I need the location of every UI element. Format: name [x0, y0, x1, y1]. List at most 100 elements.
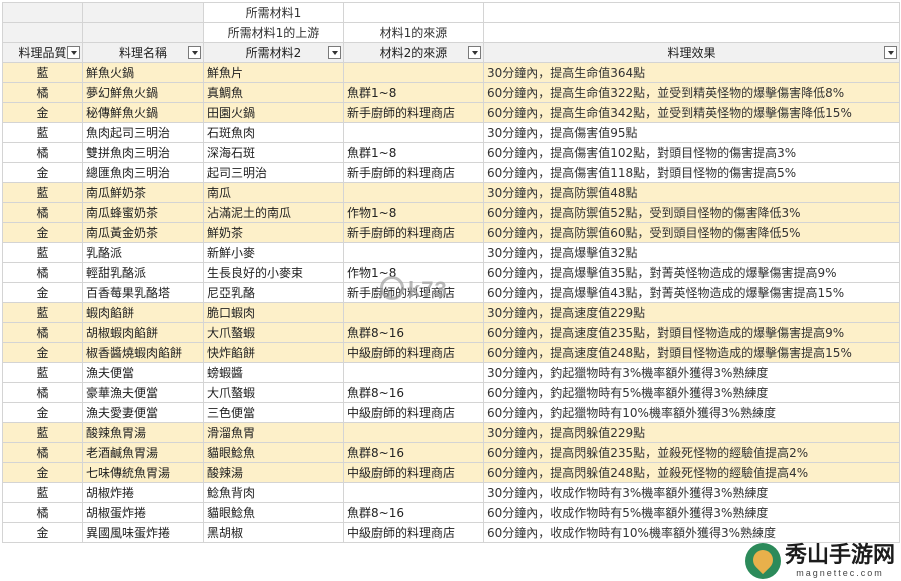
cell-material[interactable]: 真鯛魚	[203, 82, 344, 103]
table-row[interactable]: 橘夢幻鮮魚火鍋 真鯛魚 魚群1~8 60分鐘內，提高生命值322點，並受到精英怪物的爆…	[2, 82, 900, 103]
cell-dish-name[interactable]: 鮮魚火鍋	[82, 62, 204, 83]
cell-source[interactable]	[343, 302, 484, 323]
table-row[interactable]: 金秘傳鮮魚火鍋 田園火鍋 新手廚師的料理商店 60分鐘內，提高生命值342點，並受到精…	[2, 102, 900, 123]
header-cell[interactable]	[483, 2, 900, 23]
cell-source[interactable]: 作物1~8	[343, 202, 484, 223]
cell-material[interactable]: 酸辣湯	[203, 462, 344, 483]
table-row[interactable]: 橘胡椒蛋炸捲 貓眼鯰魚 魚群8~16 60分鐘內，收成作物時有5%機率額外獲得3%熟練…	[2, 502, 900, 523]
cell-source[interactable]: 中級廚師的料理商店	[343, 402, 484, 423]
cell-effect[interactable]: 60分鐘內，提高傷害值102點，對頭目怪物的傷害提高3%	[483, 142, 900, 163]
filter-dropdown-icon[interactable]	[884, 46, 897, 59]
cell-dish-name[interactable]: 魚肉起司三明治	[82, 122, 204, 143]
cell-material[interactable]: 滑溜魚胃	[203, 422, 344, 443]
column-header-quality[interactable]: 料理品質	[2, 42, 83, 63]
cell-dish-name[interactable]: 輕甜乳酪派	[82, 262, 204, 283]
cell-source[interactable]	[343, 122, 484, 143]
cell-effect[interactable]: 30分鐘內，提高傷害值95點	[483, 122, 900, 143]
cell-effect[interactable]: 60分鐘內，提高生命值322點，並受到精英怪物的爆擊傷害降低8%	[483, 82, 900, 103]
cell-source[interactable]	[343, 362, 484, 383]
cell-quality[interactable]: 藍	[2, 182, 83, 203]
cell-effect[interactable]: 60分鐘內，收成作物時有10%機率額外獲得3%熟練度	[483, 522, 900, 543]
table-row[interactable]: 藍胡椒炸捲 鯰魚背肉 30分鐘內，收成作物時有3%機率額外獲得3%熟練度	[2, 482, 900, 503]
cell-material[interactable]: 貓眼鯰魚	[203, 502, 344, 523]
cell-source[interactable]	[343, 482, 484, 503]
cell-source[interactable]: 魚群8~16	[343, 322, 484, 343]
table-row[interactable]: 藍乳酪派 新鮮小麥 30分鐘內，提高爆擊值32點	[2, 242, 900, 263]
header-cell[interactable]	[82, 2, 204, 23]
cell-material[interactable]: 田園火鍋	[203, 102, 344, 123]
table-row[interactable]: 橘胡椒蝦肉餡餅 大爪螯蝦 魚群8~16 60分鐘內，提高速度值235點，對頭目怪物造成…	[2, 322, 900, 343]
cell-source[interactable]: 魚群1~8	[343, 82, 484, 103]
cell-quality[interactable]: 橘	[2, 442, 83, 463]
cell-quality[interactable]: 橘	[2, 202, 83, 223]
cell-dish-name[interactable]: 雙拼魚肉三明治	[82, 142, 204, 163]
cell-quality[interactable]: 金	[2, 162, 83, 183]
cell-quality[interactable]: 藍	[2, 302, 83, 323]
cell-effect[interactable]: 60分鐘內，釣起獵物時有10%機率額外獲得3%熟練度	[483, 402, 900, 423]
table-row[interactable]: 藍酸辣魚胃湯 滑溜魚胃 30分鐘內，提高閃躲值229點	[2, 422, 900, 443]
cell-effect[interactable]: 60分鐘內，提高速度值248點，對頭目怪物造成的爆擊傷害提高15%	[483, 342, 900, 363]
table-row[interactable]: 金椒香醬燒蝦肉餡餅 快炸餡餅 中級廚師的料理商店 60分鐘內，提高速度值248點，對頭…	[2, 342, 900, 363]
cell-effect[interactable]: 60分鐘內，提高防禦值60點，受到頭目怪物的傷害降低5%	[483, 222, 900, 243]
cell-effect[interactable]: 30分鐘內，提高速度值229點	[483, 302, 900, 323]
cell-effect[interactable]: 60分鐘內，提高閃躲值235點，並殺死怪物的經驗值提高2%	[483, 442, 900, 463]
header-cell[interactable]	[2, 22, 83, 43]
table-row[interactable]: 藍南瓜鮮奶茶 南瓜 30分鐘內，提高防禦值48點	[2, 182, 900, 203]
cell-quality[interactable]: 金	[2, 222, 83, 243]
cell-quality[interactable]: 藍	[2, 242, 83, 263]
cell-effect[interactable]: 30分鐘內，收成作物時有3%機率額外獲得3%熟練度	[483, 482, 900, 503]
table-row[interactable]: 金七味傳統魚胃湯 酸辣湯 中級廚師的料理商店 60分鐘內，提高閃躲值248點，並殺死怪…	[2, 462, 900, 483]
cell-quality[interactable]: 金	[2, 282, 83, 303]
cell-source[interactable]: 魚群8~16	[343, 442, 484, 463]
cell-quality[interactable]: 橘	[2, 382, 83, 403]
cell-source[interactable]	[343, 242, 484, 263]
cell-material[interactable]: 深海石斑	[203, 142, 344, 163]
header-cell[interactable]: 材料1的來源	[343, 22, 484, 43]
table-row[interactable]: 藍蝦肉餡餅 脆口蝦肉 30分鐘內，提高速度值229點	[2, 302, 900, 323]
filter-dropdown-icon[interactable]	[468, 46, 481, 59]
cell-dish-name[interactable]: 七味傳統魚胃湯	[82, 462, 204, 483]
table-row[interactable]: 橘輕甜乳酪派 生長良好的小麥束 作物1~8 60分鐘內，提高爆擊值35點，對菁英怪物造…	[2, 262, 900, 283]
table-row[interactable]: 橘老酒鹹魚胃湯 貓眼鯰魚 魚群8~16 60分鐘內，提高閃躲值235點，並殺死怪物的經…	[2, 442, 900, 463]
cell-dish-name[interactable]: 漁夫便當	[82, 362, 204, 383]
cell-effect[interactable]: 30分鐘內，釣起獵物時有3%機率額外獲得3%熟練度	[483, 362, 900, 383]
cell-dish-name[interactable]: 夢幻鮮魚火鍋	[82, 82, 204, 103]
filter-dropdown-icon[interactable]	[67, 46, 80, 59]
cell-dish-name[interactable]: 豪華漁夫便當	[82, 382, 204, 403]
cell-dish-name[interactable]: 秘傳鮮魚火鍋	[82, 102, 204, 123]
cell-material[interactable]: 螃蝦醬	[203, 362, 344, 383]
cell-quality[interactable]: 橘	[2, 262, 83, 283]
cell-dish-name[interactable]: 椒香醬燒蝦肉餡餅	[82, 342, 204, 363]
table-row[interactable]: 藍漁夫便當 螃蝦醬 30分鐘內，釣起獵物時有3%機率額外獲得3%熟練度	[2, 362, 900, 383]
cell-dish-name[interactable]: 酸辣魚胃湯	[82, 422, 204, 443]
cell-quality[interactable]: 藍	[2, 122, 83, 143]
column-header-source[interactable]: 材料2的來源	[343, 42, 484, 63]
cell-material[interactable]: 快炸餡餅	[203, 342, 344, 363]
cell-dish-name[interactable]: 蝦肉餡餅	[82, 302, 204, 323]
cell-quality[interactable]: 藍	[2, 482, 83, 503]
table-row[interactable]: 金總匯魚肉三明治 起司三明治 新手廚師的料理商店 60分鐘內，提高傷害值118點，對頭…	[2, 162, 900, 183]
table-row[interactable]: 藍鮮魚火鍋 鮮魚片 30分鐘內，提高生命值364點	[2, 62, 900, 83]
cell-quality[interactable]: 藍	[2, 62, 83, 83]
cell-source[interactable]: 新手廚師的料理商店	[343, 162, 484, 183]
filter-dropdown-icon[interactable]	[188, 46, 201, 59]
cell-quality[interactable]: 橘	[2, 82, 83, 103]
cell-effect[interactable]: 60分鐘內，提高閃躲值248點，並殺死怪物的經驗值提高4%	[483, 462, 900, 483]
cell-source[interactable]	[343, 62, 484, 83]
cell-quality[interactable]: 金	[2, 462, 83, 483]
cell-source[interactable]: 魚群8~16	[343, 502, 484, 523]
header-cell[interactable]	[2, 2, 83, 23]
cell-dish-name[interactable]: 乳酪派	[82, 242, 204, 263]
cell-dish-name[interactable]: 南瓜鮮奶茶	[82, 182, 204, 203]
cell-quality[interactable]: 金	[2, 102, 83, 123]
table-row[interactable]: 金漁夫愛妻便當 三色便當 中級廚師的料理商店 60分鐘內，釣起獵物時有10%機率額外獲…	[2, 402, 900, 423]
cell-dish-name[interactable]: 胡椒蝦肉餡餅	[82, 322, 204, 343]
cell-effect[interactable]: 60分鐘內，提高爆擊值43點，對菁英怪物造成的爆擊傷害提高15%	[483, 282, 900, 303]
cell-quality[interactable]: 金	[2, 522, 83, 543]
table-row[interactable]: 金南瓜黃金奶茶 鮮奶茶 新手廚師的料理商店 60分鐘內，提高防禦值60點，受到頭目怪物…	[2, 222, 900, 243]
cell-material[interactable]: 南瓜	[203, 182, 344, 203]
cell-source[interactable]: 中級廚師的料理商店	[343, 342, 484, 363]
cell-dish-name[interactable]: 南瓜黃金奶茶	[82, 222, 204, 243]
cell-material[interactable]: 新鮮小麥	[203, 242, 344, 263]
cell-material[interactable]: 黑胡椒	[203, 522, 344, 543]
